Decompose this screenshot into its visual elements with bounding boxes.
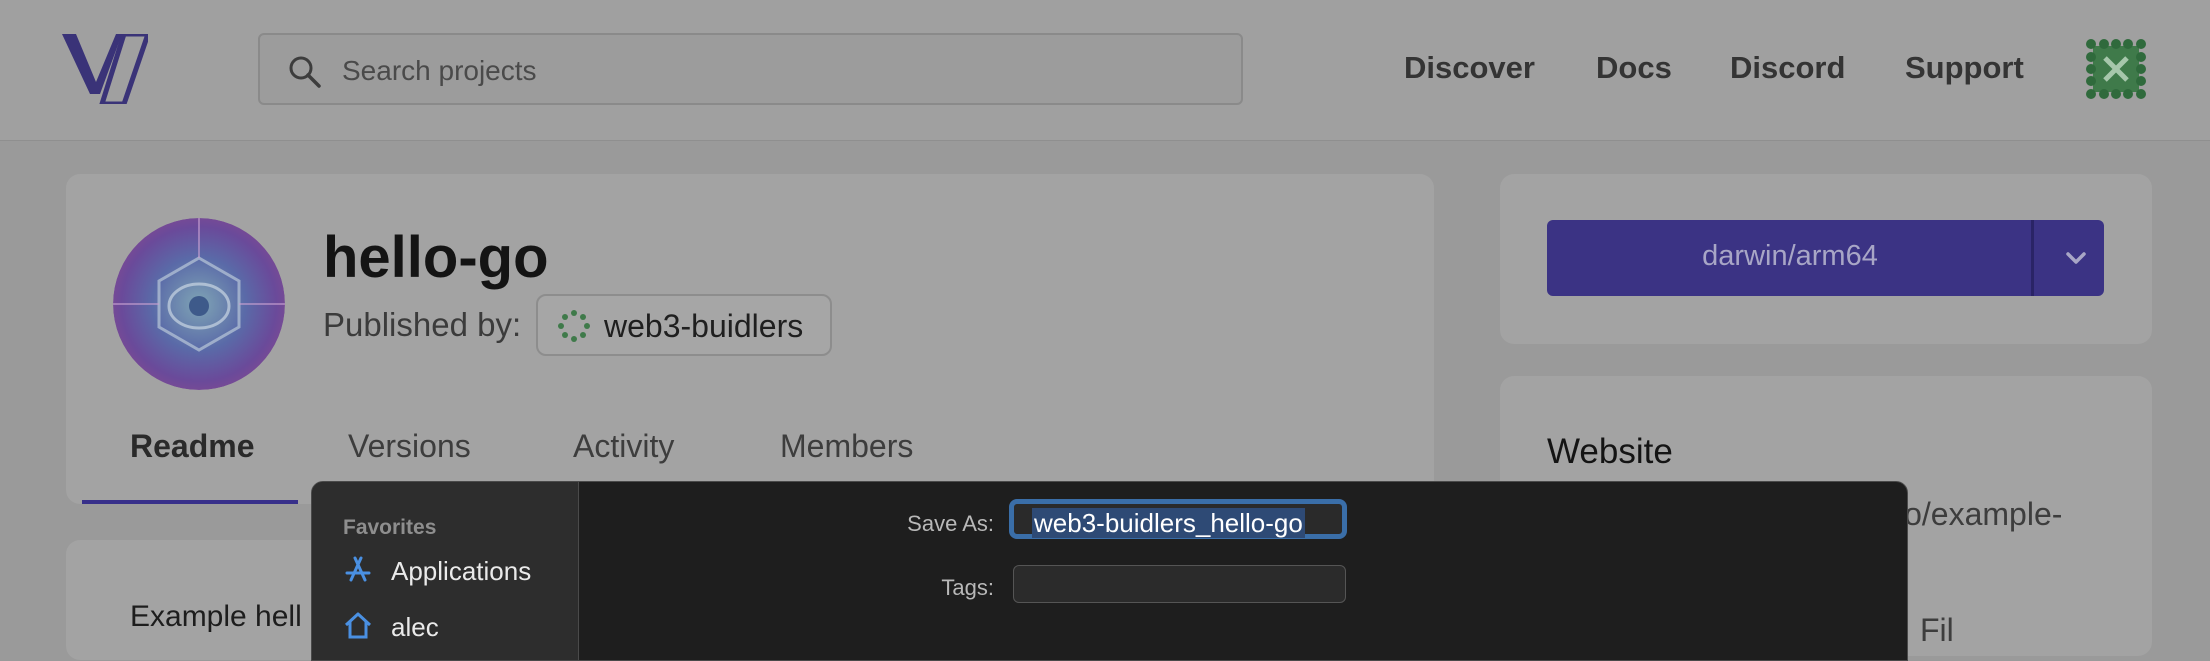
- button-divider: [2031, 220, 2034, 296]
- app-logo[interactable]: [62, 34, 148, 104]
- nav-discord[interactable]: Discord: [1730, 50, 1845, 86]
- favorite-label: Applications: [391, 556, 532, 586]
- nav-support[interactable]: Support: [1905, 50, 2024, 86]
- readme-text: Example hell: [130, 600, 302, 633]
- publisher-logo-icon: [558, 310, 590, 342]
- save-as-field[interactable]: web3-buidlers_hello-go: [1009, 499, 1347, 539]
- project-title: hello-go: [323, 225, 549, 290]
- website-link[interactable]: io/example-: [1897, 496, 2062, 533]
- search-bar[interactable]: [258, 33, 1243, 105]
- nav-discover[interactable]: Discover: [1404, 50, 1535, 86]
- tab-activity[interactable]: Activity: [573, 428, 674, 465]
- tab-members[interactable]: Members: [780, 428, 913, 465]
- files-heading: Fil: [1920, 612, 1954, 648]
- dialog-sidebar: Favorites Applications alec: [312, 482, 579, 660]
- publisher-chip[interactable]: web3-buidlers: [536, 294, 832, 356]
- tags-field[interactable]: [1013, 565, 1346, 603]
- save-as-label: Save As:: [907, 511, 994, 536]
- favorites-label: Favorites: [343, 516, 437, 539]
- tab-readme[interactable]: Readme: [130, 428, 255, 465]
- save-as-value: web3-buidlers_hello-go: [1032, 508, 1305, 538]
- nav-docs[interactable]: Docs: [1596, 50, 1672, 86]
- project-avatar: [113, 218, 285, 390]
- applications-icon: [345, 556, 371, 582]
- top-nav-bar: Discover Docs Discord Support: [0, 0, 2210, 141]
- save-dialog: Favorites Applications alec Save As: web…: [311, 481, 1908, 661]
- chevron-down-icon[interactable]: [2062, 244, 2090, 272]
- tab-versions[interactable]: Versions: [348, 428, 471, 465]
- website-heading: Website: [1547, 432, 1673, 471]
- platform-download-button[interactable]: darwin/arm64: [1547, 220, 2104, 296]
- active-tab-indicator: [82, 500, 298, 504]
- tags-label: Tags:: [941, 575, 994, 600]
- search-input[interactable]: [340, 47, 1224, 95]
- published-by-label: Published by:: [323, 306, 522, 343]
- search-icon: [289, 56, 321, 88]
- publisher-name: web3-buidlers: [604, 308, 804, 344]
- home-icon: [344, 612, 372, 639]
- platform-label: darwin/arm64: [1702, 240, 1878, 272]
- user-avatar[interactable]: [2085, 38, 2147, 100]
